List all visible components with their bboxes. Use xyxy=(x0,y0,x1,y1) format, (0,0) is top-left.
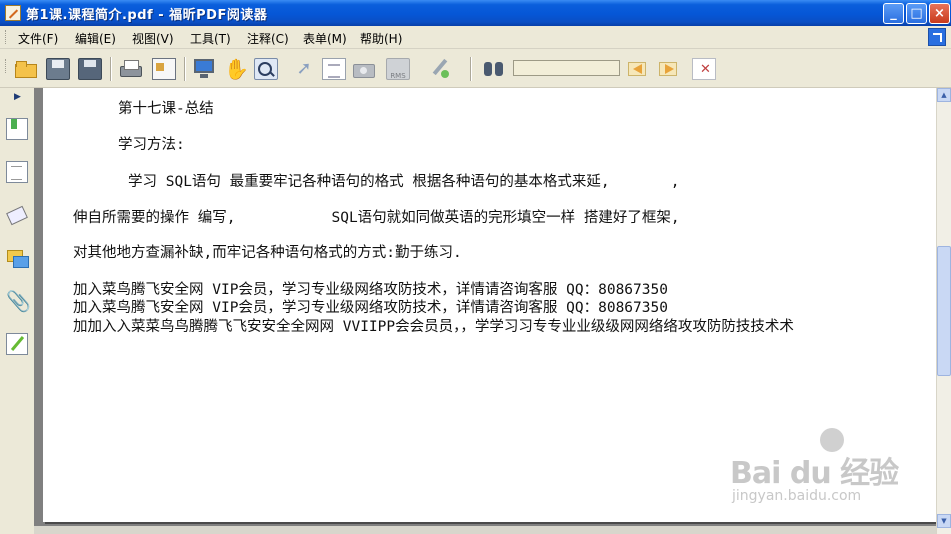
doc-line-ad: 加加入入菜菜鸟鸟腾腾飞飞安安全全网网 VVIIPP会会员员，，学学习习专专业业级… xyxy=(73,319,794,335)
doc-line: 学习方法: xyxy=(118,137,185,153)
zoom-icon[interactable] xyxy=(254,58,278,80)
menu-edit[interactable]: 编辑(E) xyxy=(75,30,116,47)
toolbar-separator xyxy=(184,57,186,81)
scroll-up-button[interactable]: ▲ xyxy=(937,88,951,102)
doc-line: 对其他地方查漏补缺,而牢记各种语句格式的方式:勤于练习. xyxy=(73,245,462,261)
find-icon[interactable] xyxy=(482,58,506,80)
menu-view[interactable]: 视图(V) xyxy=(132,30,174,47)
menu-comments[interactable]: 注释(C) xyxy=(247,30,289,47)
watermark-url: jingyan.baidu.com xyxy=(732,488,862,504)
comments-icon[interactable] xyxy=(6,247,29,269)
menu-forms[interactable]: 表单(M) xyxy=(303,30,347,47)
find-prev-icon[interactable] xyxy=(626,58,650,80)
doc-line: 伸自所需要的操作 编写, SQL语句就如同做英语的完形填空一样 搭建好了框架, xyxy=(73,210,680,226)
app-icon xyxy=(5,5,21,21)
menu-file[interactable]: 文件(F) xyxy=(18,30,58,47)
save-all-icon[interactable] xyxy=(78,58,102,80)
print-icon[interactable] xyxy=(119,58,143,80)
side-panel: ▶ 📎 xyxy=(0,88,34,534)
close-button[interactable]: × xyxy=(929,3,950,24)
save-icon[interactable] xyxy=(46,58,70,80)
horizontal-scrollbar[interactable] xyxy=(34,526,936,534)
doc-line-heading: 第十七课-总结 xyxy=(118,101,214,117)
snapshot-icon[interactable] xyxy=(352,58,376,80)
layers-icon[interactable] xyxy=(6,204,28,226)
text-select-icon[interactable] xyxy=(322,58,346,80)
bookmarks-icon[interactable] xyxy=(6,118,28,140)
doc-line-ad: 加入菜鸟腾飞安全网 VIP会员，学习专业级网络攻防技术，详情请咨询客服 QQ：8… xyxy=(73,300,668,316)
clear-find-icon[interactable] xyxy=(692,58,716,80)
restore-document-icon[interactable] xyxy=(928,28,946,46)
watermark-logo: Bai du 经验 xyxy=(730,456,899,491)
signatures-icon[interactable] xyxy=(6,333,28,355)
scroll-thumb[interactable] xyxy=(937,246,951,376)
find-next-icon[interactable] xyxy=(657,58,681,80)
maximize-button[interactable]: □ xyxy=(906,3,927,24)
properties-icon[interactable] xyxy=(152,58,176,80)
toolbar-grip[interactable] xyxy=(5,59,9,73)
toolbar-separator xyxy=(470,57,472,81)
minimize-button[interactable]: _ xyxy=(883,3,904,24)
vertical-scrollbar[interactable]: ▲ ▼ xyxy=(936,88,951,534)
find-input[interactable] xyxy=(513,60,620,76)
menu-bar: 文件(F) 编辑(E) 视图(V) 工具(T) 注释(C) 表单(M) 帮助(H… xyxy=(0,26,951,49)
window-title: 第1课.课程简介.pdf - 福昕PDF阅读器 xyxy=(26,8,268,23)
title-bar: 第1课.课程简介.pdf - 福昕PDF阅读器 _ □ × xyxy=(0,0,951,26)
pages-icon[interactable] xyxy=(6,161,28,183)
scroll-down-button[interactable]: ▼ xyxy=(937,514,951,528)
rms-icon[interactable]: RMS xyxy=(386,58,410,80)
attachments-icon[interactable]: 📎 xyxy=(6,290,31,312)
sign-icon[interactable] xyxy=(428,58,452,80)
select-icon[interactable]: ➚ xyxy=(292,58,316,80)
doc-line: 学习 SQL语句 最重要牢记各种语句的格式 根据各种语句的基本格式来延, , xyxy=(128,174,680,190)
side-panel-toggle[interactable]: ▶ xyxy=(14,92,21,102)
menu-help[interactable]: 帮助(H) xyxy=(360,30,402,47)
menu-tools[interactable]: 工具(T) xyxy=(190,30,231,47)
hand-icon[interactable]: ✋ xyxy=(224,58,249,80)
toolbar-separator xyxy=(110,57,112,81)
fullscreen-icon[interactable] xyxy=(192,58,216,80)
toolbar: ✋ ➚ RMS xyxy=(0,49,951,88)
menu-grip[interactable] xyxy=(5,30,9,44)
open-icon[interactable] xyxy=(14,58,38,80)
